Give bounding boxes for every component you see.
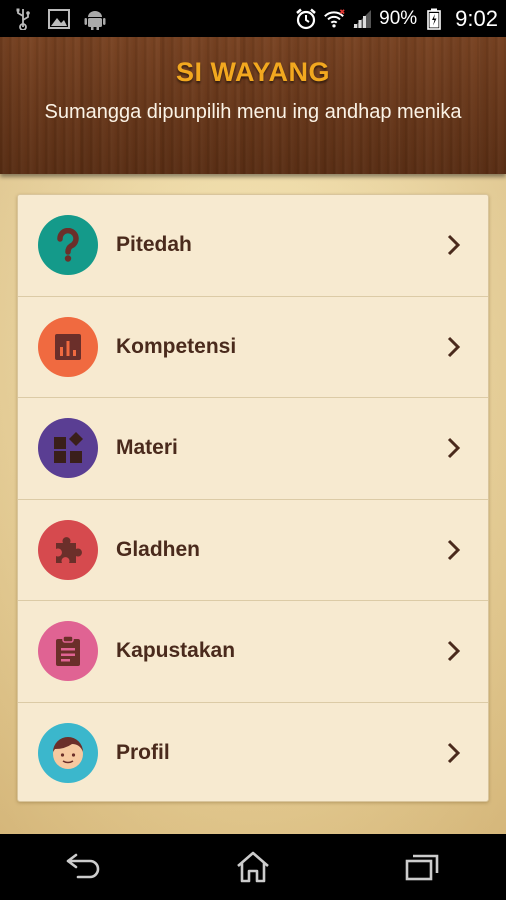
alarm-icon	[295, 8, 317, 30]
main-menu: Pitedah Kompetensi Materi Gladhen Kapust…	[17, 194, 489, 802]
clipboard-icon	[38, 621, 98, 682]
battery-icon	[423, 8, 445, 30]
app-title: SI WAYANG	[175, 57, 331, 87]
android-icon	[84, 8, 106, 30]
menu-item-label: Kapustakan	[116, 639, 236, 663]
wifi-icon	[323, 8, 345, 30]
navigation-bar	[0, 834, 506, 900]
chevron-right-icon	[447, 438, 461, 459]
puzzle-icon	[38, 519, 98, 580]
menu-item-materi[interactable]: Materi	[18, 398, 488, 500]
status-bar: 90% 9:02	[0, 0, 506, 37]
recents-button[interactable]	[392, 842, 452, 892]
menu-item-label: Gladhen	[116, 537, 201, 561]
menu-item-kapustakan[interactable]: Kapustakan	[18, 601, 488, 703]
content-area: Pitedah Kompetensi Materi Gladhen Kapust…	[0, 174, 506, 834]
chevron-right-icon	[447, 235, 461, 256]
image-icon	[48, 8, 70, 30]
menu-item-kompetensi[interactable]: Kompetensi	[18, 297, 488, 398]
chevron-right-icon	[447, 539, 461, 560]
chevron-right-icon	[447, 336, 461, 357]
clock: 9:02	[455, 5, 498, 31]
app-header: SI WAYANG Sumangga dipunpilih menu ing a…	[0, 37, 506, 174]
question-mark-icon	[38, 215, 98, 276]
widgets-icon	[38, 418, 98, 479]
menu-item-label: Pitedah	[116, 233, 192, 257]
menu-item-label: Profil	[116, 741, 170, 765]
app-subtitle: Sumangga dipunpilih menu ing andhap meni…	[44, 101, 462, 123]
menu-item-label: Kompetensi	[116, 334, 237, 358]
usb-icon	[12, 8, 34, 30]
menu-item-gladhen[interactable]: Gladhen	[18, 500, 488, 601]
battery-percent: 90%	[379, 7, 418, 29]
chevron-right-icon	[447, 641, 461, 662]
bar-chart-icon	[38, 316, 98, 377]
menu-item-label: Materi	[116, 436, 178, 460]
home-button[interactable]	[223, 842, 283, 892]
chevron-right-icon	[447, 743, 461, 764]
menu-item-pitedah[interactable]: Pitedah	[18, 195, 488, 297]
back-icon	[67, 853, 100, 879]
face-icon	[38, 723, 98, 784]
menu-item-profil[interactable]: Profil	[18, 703, 488, 805]
back-button[interactable]	[54, 842, 114, 892]
home-icon	[237, 851, 269, 883]
signal-icon	[351, 8, 373, 30]
recents-icon	[405, 854, 438, 881]
